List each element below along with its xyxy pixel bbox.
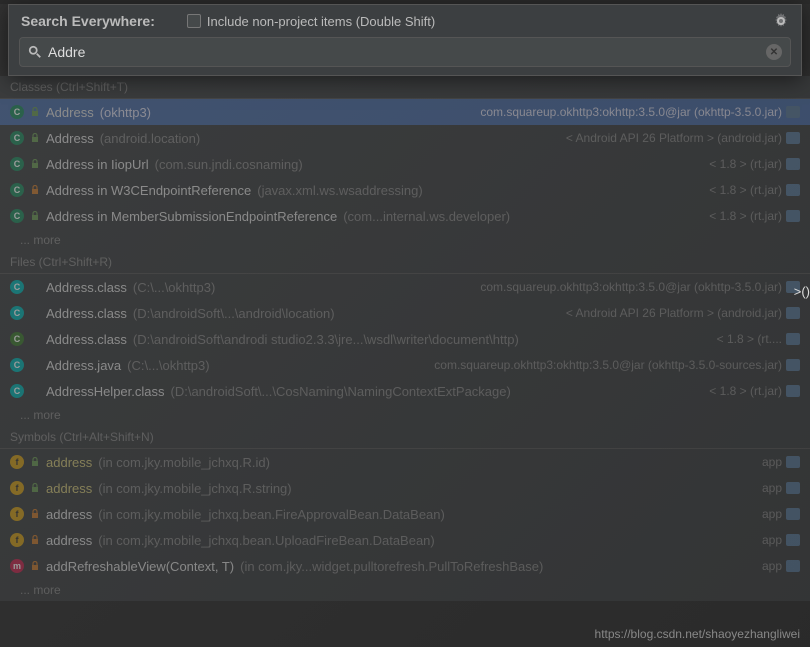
clear-icon[interactable]: ✕ [766, 44, 782, 60]
search-input[interactable]: Addre ✕ [19, 37, 791, 67]
include-nonproject-checkbox[interactable]: Include non-project items (Double Shift) [187, 14, 435, 29]
background-code: >() [794, 284, 810, 299]
search-query-text: Addre [48, 44, 760, 60]
checkbox-label: Include non-project items (Double Shift) [207, 14, 435, 29]
search-everywhere-popup: Search Everywhere: Include non-project i… [8, 4, 802, 76]
popup-header: Search Everywhere: Include non-project i… [9, 5, 801, 37]
checkbox-icon [187, 14, 201, 28]
watermark: https://blog.csdn.net/shaoyezhangliwei [595, 627, 800, 641]
popup-title: Search Everywhere: [21, 13, 155, 29]
gear-icon[interactable] [773, 13, 789, 29]
search-icon [28, 45, 42, 59]
